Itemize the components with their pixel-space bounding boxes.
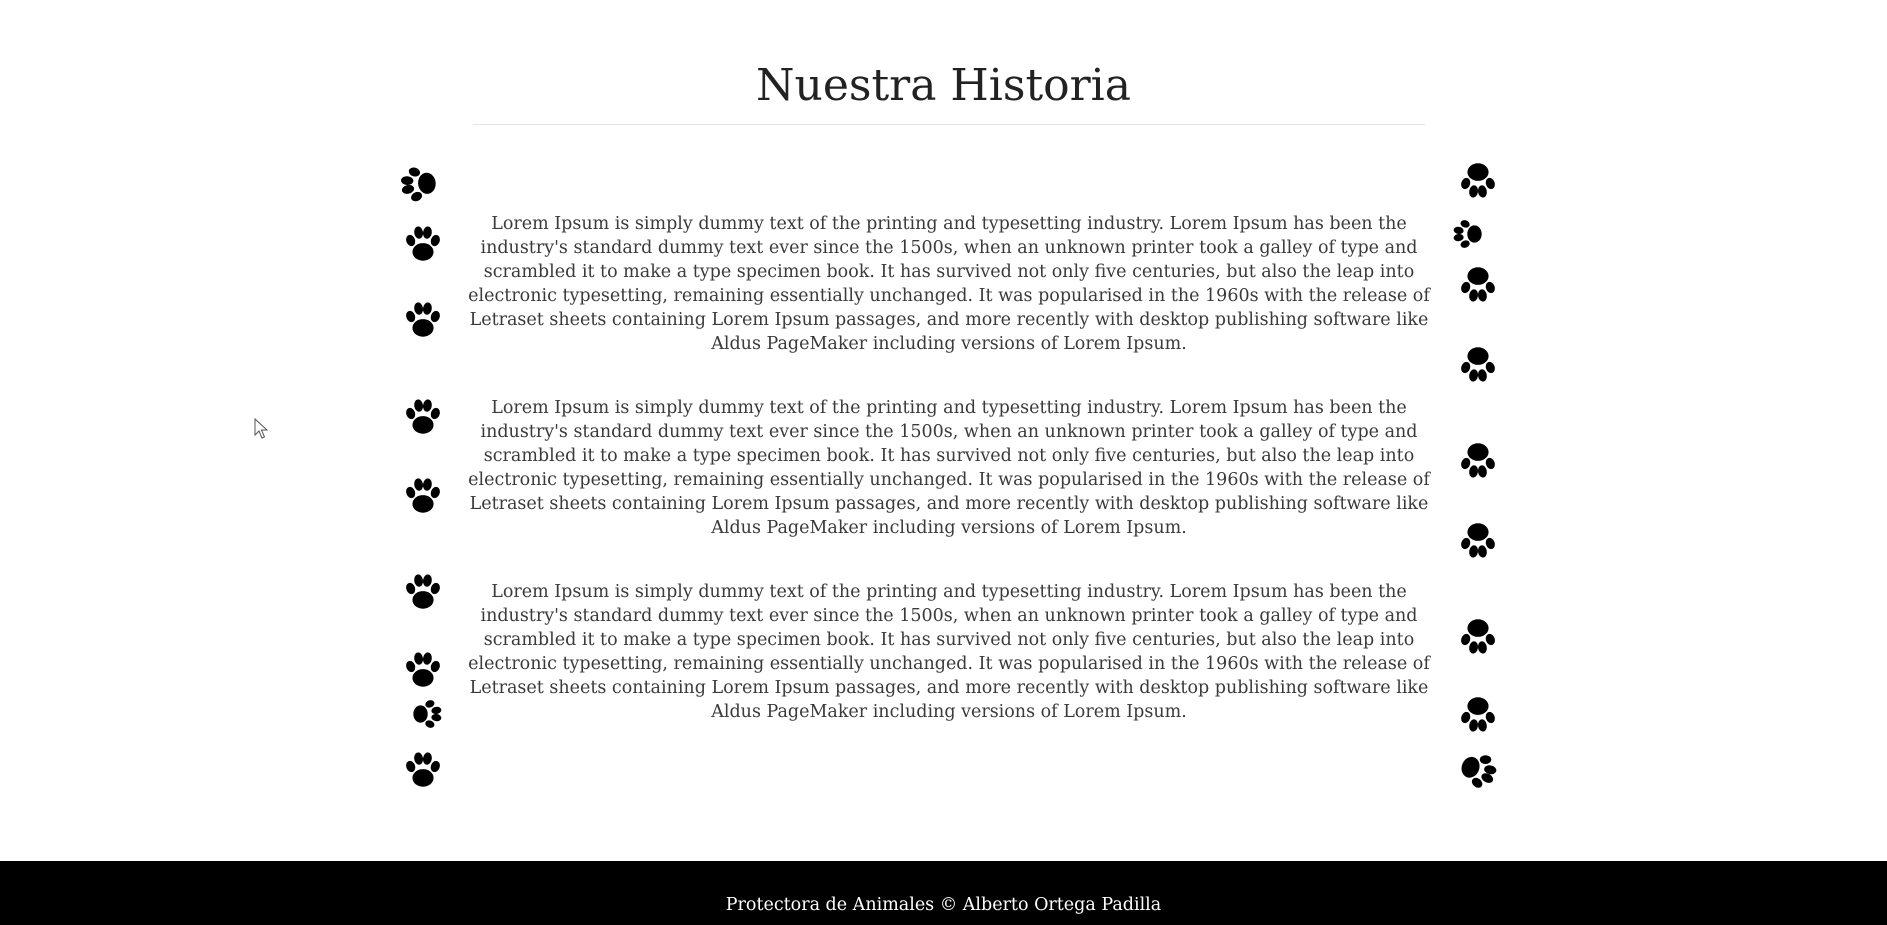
paw-print-icon bbox=[401, 748, 445, 792]
history-paragraph-1: Lorem Ipsum is simply dummy text of the … bbox=[468, 214, 1430, 354]
paw-print-icon bbox=[401, 298, 445, 342]
page: Nuestra Historia Lorem Ipsum is simply d… bbox=[0, 0, 1887, 925]
paw-print-icon bbox=[401, 222, 445, 266]
history-paragraph-2: Lorem Ipsum is simply dummy text of the … bbox=[468, 398, 1430, 538]
paw-print-icon bbox=[395, 160, 443, 208]
footer-copyright: Protectora de Animales © Alberto Ortega … bbox=[725, 895, 1162, 915]
paw-print-icon bbox=[1456, 342, 1500, 386]
paw-print-icon bbox=[401, 570, 445, 614]
left-paw-trail bbox=[393, 150, 453, 810]
paw-print-icon bbox=[1456, 158, 1500, 202]
paw-print-icon bbox=[409, 694, 445, 734]
paw-print-icon bbox=[1456, 614, 1500, 658]
footer: Protectora de Animales © Alberto Ortega … bbox=[0, 861, 1887, 925]
history-content: Lorem Ipsum is simply dummy text of the … bbox=[467, 212, 1431, 764]
paw-print-icon bbox=[401, 474, 445, 518]
history-paragraph-3: Lorem Ipsum is simply dummy text of the … bbox=[468, 582, 1430, 722]
paw-print-icon bbox=[401, 648, 445, 692]
paw-print-icon bbox=[401, 395, 445, 439]
paw-print-icon bbox=[1450, 214, 1486, 254]
page-title: Nuestra Historia bbox=[756, 60, 1131, 111]
paw-print-icon bbox=[1456, 692, 1500, 736]
paw-print-icon bbox=[1456, 262, 1500, 306]
paw-print-icon bbox=[1456, 438, 1500, 482]
title-divider bbox=[473, 124, 1425, 125]
mouse-cursor-icon bbox=[254, 417, 269, 440]
paw-print-icon bbox=[1456, 518, 1500, 562]
right-paw-trail bbox=[1448, 150, 1508, 810]
paw-print-icon bbox=[1450, 742, 1506, 798]
